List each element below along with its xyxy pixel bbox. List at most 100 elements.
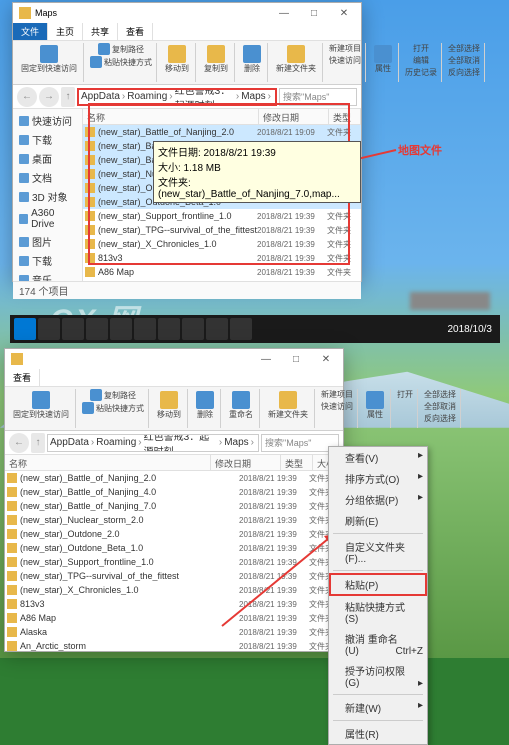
file-row[interactable]: An_Arctic_storm2018/8/21 19:39文件夹: [5, 639, 343, 651]
ctx-new[interactable]: 新建(W)▸: [329, 697, 427, 718]
pin-button[interactable]: 固定到快速访问: [11, 389, 71, 422]
taskbar-icon[interactable]: [230, 318, 252, 340]
open-btn[interactable]: 打开: [413, 43, 429, 54]
tab-view[interactable]: 查看: [118, 23, 153, 40]
tab-file[interactable]: 文件: [13, 23, 48, 40]
ctx-paste[interactable]: 粘贴(P): [329, 573, 427, 596]
ctx-view[interactable]: 查看(V)▸: [329, 447, 427, 468]
sidebar-item[interactable]: 文档: [15, 168, 80, 187]
file-row[interactable]: A86 Map2018/8/21 19:39文件夹: [83, 265, 361, 279]
titlebar[interactable]: — □ ✕: [5, 349, 343, 369]
select-inv-btn[interactable]: 反向选择: [448, 67, 480, 78]
taskbar-icon[interactable]: [158, 318, 180, 340]
breadcrumb-path[interactable]: AppData› Roaming› 红色警戒3：起源时刻› Maps›: [77, 88, 277, 106]
delete-button[interactable]: 删除: [194, 389, 216, 422]
select-all-btn[interactable]: 全部选择: [424, 389, 456, 400]
select-none-btn[interactable]: 全部取消: [424, 401, 456, 412]
col-name[interactable]: 名称: [5, 455, 211, 470]
search-input[interactable]: 搜索"Maps": [279, 88, 357, 106]
minimize-button[interactable]: —: [269, 3, 299, 23]
ctx-refresh[interactable]: 刷新(E): [329, 510, 427, 531]
close-button[interactable]: ✕: [329, 3, 359, 23]
rename-button[interactable]: 重命名: [227, 389, 255, 422]
copy-button[interactable]: 复制到: [202, 43, 230, 76]
ctx-grant[interactable]: 授予访问权限(G)▸: [329, 660, 427, 692]
newitem-btn[interactable]: 新建项目: [321, 389, 353, 400]
edit-btn[interactable]: 编辑: [413, 55, 429, 66]
ctx-sort[interactable]: 排序方式(O)▸: [329, 468, 427, 489]
close-button[interactable]: ✕: [311, 349, 341, 369]
properties-button[interactable]: 属性: [364, 389, 386, 422]
ctx-customize[interactable]: 自定义文件夹(F)...: [329, 536, 427, 568]
tab-home[interactable]: 主页: [48, 23, 83, 40]
forward-button[interactable]: →: [39, 87, 59, 107]
delete-button[interactable]: 删除: [241, 43, 263, 76]
file-row[interactable]: (new_star)_TPG--survival_of_the_fittest2…: [83, 223, 361, 237]
titlebar[interactable]: Maps — □ ✕: [13, 3, 361, 23]
taskbar-icon[interactable]: [86, 318, 108, 340]
start-button[interactable]: [14, 318, 36, 340]
sidebar-item[interactable]: 桌面: [15, 149, 80, 168]
breadcrumb-path[interactable]: AppData› Roaming› 红色警戒3：起源时刻› Maps›: [47, 434, 259, 452]
newfolder-button[interactable]: 新建文件夹: [274, 43, 318, 76]
taskbar-icon[interactable]: [62, 318, 84, 340]
sidebar-item[interactable]: 快速访问: [15, 111, 80, 130]
maximize-button[interactable]: □: [299, 3, 329, 23]
sidebar-item[interactable]: A360 Drive: [15, 206, 80, 232]
file-row[interactable]: (new_star)_Battle_of_Nanjing_2.02018/8/2…: [83, 125, 361, 139]
select-none-btn[interactable]: 全部取消: [448, 55, 480, 66]
copy-path-btn[interactable]: 复制路径: [112, 44, 144, 55]
tab-share[interactable]: 共享: [83, 23, 118, 40]
move-button[interactable]: 移动到: [155, 389, 183, 422]
up-button[interactable]: ↑: [31, 433, 45, 453]
move-button[interactable]: 移动到: [163, 43, 191, 76]
col-type[interactable]: 类型: [329, 109, 361, 124]
file-row[interactable]: (new_star)_Battle_of_Nanjing_7.02018/8/2…: [5, 499, 343, 513]
taskbar-icon[interactable]: [38, 318, 60, 340]
taskbar-icon[interactable]: [206, 318, 228, 340]
up-button[interactable]: ↑: [61, 87, 75, 107]
tab-view[interactable]: 查看: [5, 369, 40, 386]
taskbar[interactable]: 2018/10/3: [10, 315, 500, 343]
newfolder-button[interactable]: 新建文件夹: [266, 389, 310, 422]
newitem-btn[interactable]: 新建项目: [329, 43, 361, 54]
select-all-btn[interactable]: 全部选择: [448, 43, 480, 54]
properties-button[interactable]: 属性: [372, 43, 394, 76]
file-row[interactable]: (new_star)_Battle_of_Nanjing_2.02018/8/2…: [5, 471, 343, 485]
sidebar-item[interactable]: 下载: [15, 251, 80, 270]
col-date[interactable]: 修改日期: [259, 109, 329, 124]
file-row[interactable]: (new_star)_Battle_of_Nanjing_4.02018/8/2…: [5, 485, 343, 499]
col-name[interactable]: 名称: [83, 109, 259, 124]
pin-button[interactable]: 固定到快速访问: [19, 43, 79, 76]
sidebar-item[interactable]: 图片: [15, 232, 80, 251]
file-row[interactable]: 813v32018/8/21 19:39文件夹: [83, 251, 361, 265]
maximize-button[interactable]: □: [281, 349, 311, 369]
history-btn[interactable]: 历史记录: [405, 67, 437, 78]
file-row[interactable]: (new_star)_Nuclear_storm_2.02018/8/21 19…: [5, 513, 343, 527]
paste-shortcut-btn[interactable]: 粘贴快捷方式: [96, 403, 144, 414]
copy-path-btn[interactable]: 复制路径: [104, 390, 136, 401]
taskbar-icon[interactable]: [182, 318, 204, 340]
back-button[interactable]: ←: [17, 87, 37, 107]
quickaccess-btn[interactable]: 快速访问: [321, 401, 353, 412]
sidebar-item[interactable]: 3D 对象: [15, 187, 80, 206]
ctx-undo[interactable]: 撤消 重命名(U)Ctrl+Z: [329, 628, 427, 660]
sidebar-item[interactable]: 音乐: [15, 270, 80, 281]
ctx-properties[interactable]: 属性(R): [329, 723, 427, 744]
taskbar-icon[interactable]: [134, 318, 156, 340]
taskbar-icon[interactable]: [110, 318, 132, 340]
col-date[interactable]: 修改日期: [211, 455, 281, 470]
file-row[interactable]: Alaska2018/8/21 19:39文件夹: [83, 279, 361, 281]
taskbar-clock[interactable]: 2018/10/3: [444, 324, 497, 335]
paste-shortcut-btn[interactable]: 粘贴快捷方式: [104, 57, 152, 68]
col-type[interactable]: 类型: [281, 455, 313, 470]
ctx-paste-shortcut[interactable]: 粘贴快捷方式(S): [329, 596, 427, 628]
sidebar-item[interactable]: 下载: [15, 130, 80, 149]
file-row[interactable]: (new_star)_X_Chronicles_1.02018/8/21 19:…: [83, 237, 361, 251]
quickaccess-btn[interactable]: 快速访问: [329, 55, 361, 66]
ctx-group[interactable]: 分组依据(P)▸: [329, 489, 427, 510]
back-button[interactable]: ←: [9, 433, 29, 453]
select-inv-btn[interactable]: 反向选择: [424, 413, 456, 424]
file-row[interactable]: (new_star)_Support_frontline_1.02018/8/2…: [83, 209, 361, 223]
minimize-button[interactable]: —: [251, 349, 281, 369]
